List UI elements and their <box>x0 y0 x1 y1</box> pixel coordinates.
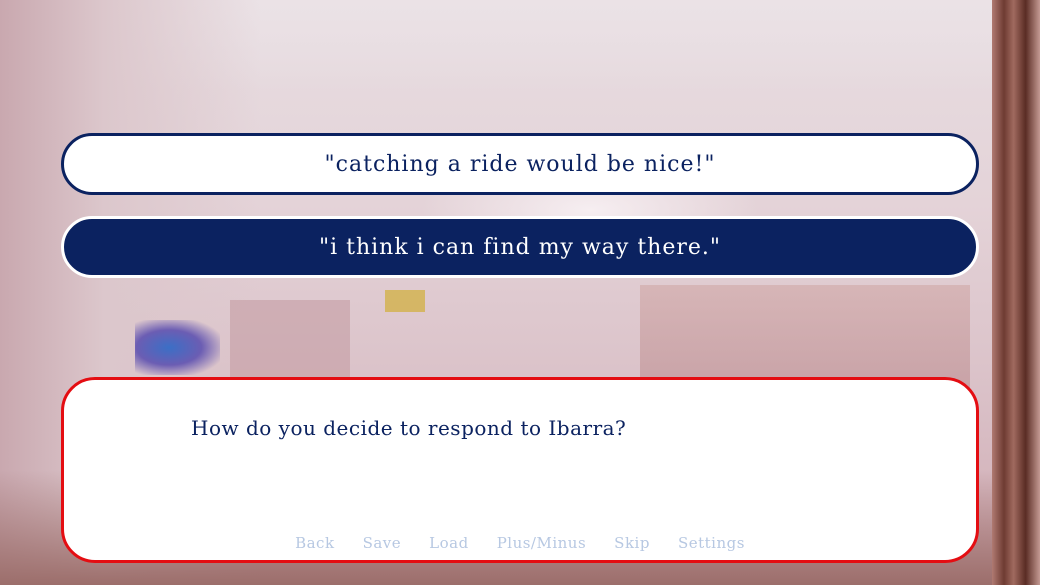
quick-menu-load-button[interactable]: Load <box>415 534 483 552</box>
quick-menu: Back Save Load Plus/Minus Skip Settings <box>64 534 976 552</box>
background-door-frame <box>992 0 1040 585</box>
choice-button-ride[interactable]: "catching a ride would be nice!" <box>61 133 979 195</box>
background-counter <box>230 300 350 380</box>
dialogue-box: How do you decide to respond to Ibarra? … <box>61 377 979 563</box>
choice-label: "i think i can find my way there." <box>318 234 722 260</box>
quick-menu-save-button[interactable]: Save <box>349 534 416 552</box>
quick-menu-skip-button[interactable]: Skip <box>600 534 664 552</box>
quick-menu-plus-minus-button[interactable]: Plus/Minus <box>483 534 600 552</box>
quick-menu-back-button[interactable]: Back <box>281 534 348 552</box>
dialogue-text: How do you decide to respond to Ibarra? <box>191 416 627 440</box>
background-yellow-object <box>385 290 425 312</box>
game-scene: "catching a ride would be nice!" "i thin… <box>0 0 1040 585</box>
choice-button-find-way[interactable]: "i think i can find my way there." <box>61 216 979 278</box>
background-blue-object <box>135 320 220 375</box>
quick-menu-settings-button[interactable]: Settings <box>664 534 759 552</box>
choice-label: "catching a ride would be nice!" <box>324 151 716 177</box>
